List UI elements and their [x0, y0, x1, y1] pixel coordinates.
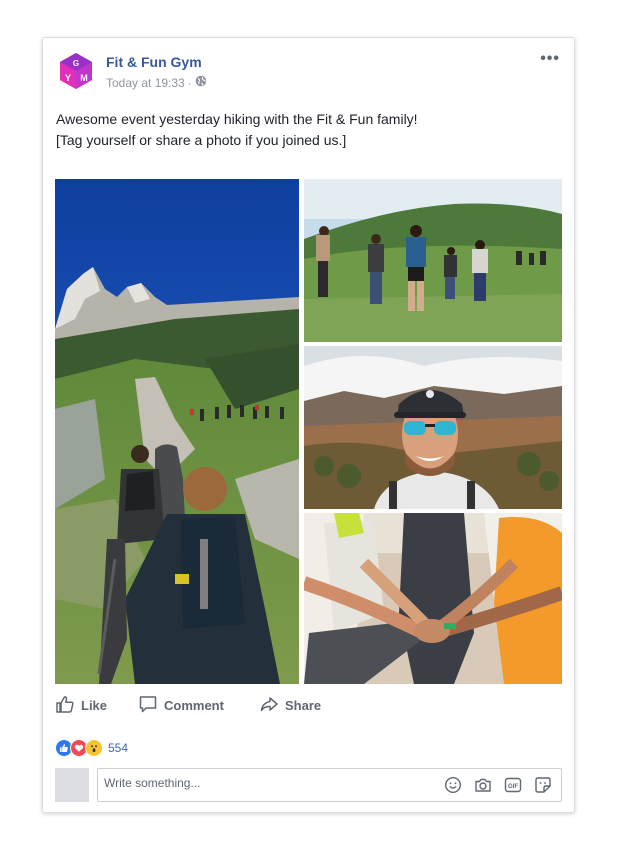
page-avatar-logo[interactable]: G Y M: [57, 51, 95, 91]
svg-text:GIF: GIF: [508, 784, 518, 790]
comment-button[interactable]: Comment: [138, 694, 259, 717]
gif-icon[interactable]: GIF: [503, 775, 523, 795]
share-button[interactable]: Share: [259, 694, 321, 717]
user-avatar: [55, 768, 89, 802]
wow-icon: [85, 739, 103, 757]
page-name-link[interactable]: Fit & Fun Gym: [106, 54, 202, 70]
reaction-count: 554: [108, 741, 129, 755]
share-label: Share: [285, 698, 322, 713]
post-text: Awesome event yesterday hiking with the …: [56, 109, 418, 151]
comment-composer: GIF: [55, 768, 562, 802]
globe-icon: [195, 75, 207, 90]
composer-icons: GIF: [443, 775, 553, 795]
camera-icon[interactable]: [473, 775, 493, 795]
more-options-button[interactable]: •••: [540, 50, 560, 68]
more-icon: •••: [540, 50, 560, 67]
sticker-icon[interactable]: [533, 775, 553, 795]
svg-text:Y: Y: [65, 73, 71, 83]
comment-box[interactable]: GIF: [97, 768, 562, 802]
post-timestamp[interactable]: Today at 19:33: [106, 76, 185, 90]
comment-icon: [138, 694, 164, 717]
post-text-line2: [Tag yourself or share a photo if you jo…: [56, 132, 347, 148]
comment-input[interactable]: [104, 776, 424, 790]
photo-group-hike[interactable]: [304, 179, 562, 342]
photo-mountain-hike[interactable]: [55, 179, 299, 684]
emoji-icon[interactable]: [443, 775, 463, 795]
meta-separator: ·: [187, 75, 192, 90]
like-label: Like: [81, 698, 108, 713]
svg-text:G: G: [73, 59, 79, 68]
reactions-summary[interactable]: 554: [55, 739, 128, 757]
post-card: G Y M Fit & Fun Gym Today at 19:33 · •••…: [42, 37, 575, 813]
photo-selfie[interactable]: [304, 346, 562, 509]
share-icon: [259, 694, 285, 717]
post-actions: Like Comment Share: [55, 694, 321, 717]
photo-team-hands[interactable]: [304, 513, 562, 684]
like-button[interactable]: Like: [55, 694, 138, 717]
post-text-line1: Awesome event yesterday hiking with the …: [56, 111, 418, 127]
post-meta: Today at 19:33 ·: [106, 75, 207, 90]
like-outline-icon: [55, 694, 81, 717]
comment-label: Comment: [164, 698, 224, 713]
svg-text:M: M: [80, 73, 88, 83]
